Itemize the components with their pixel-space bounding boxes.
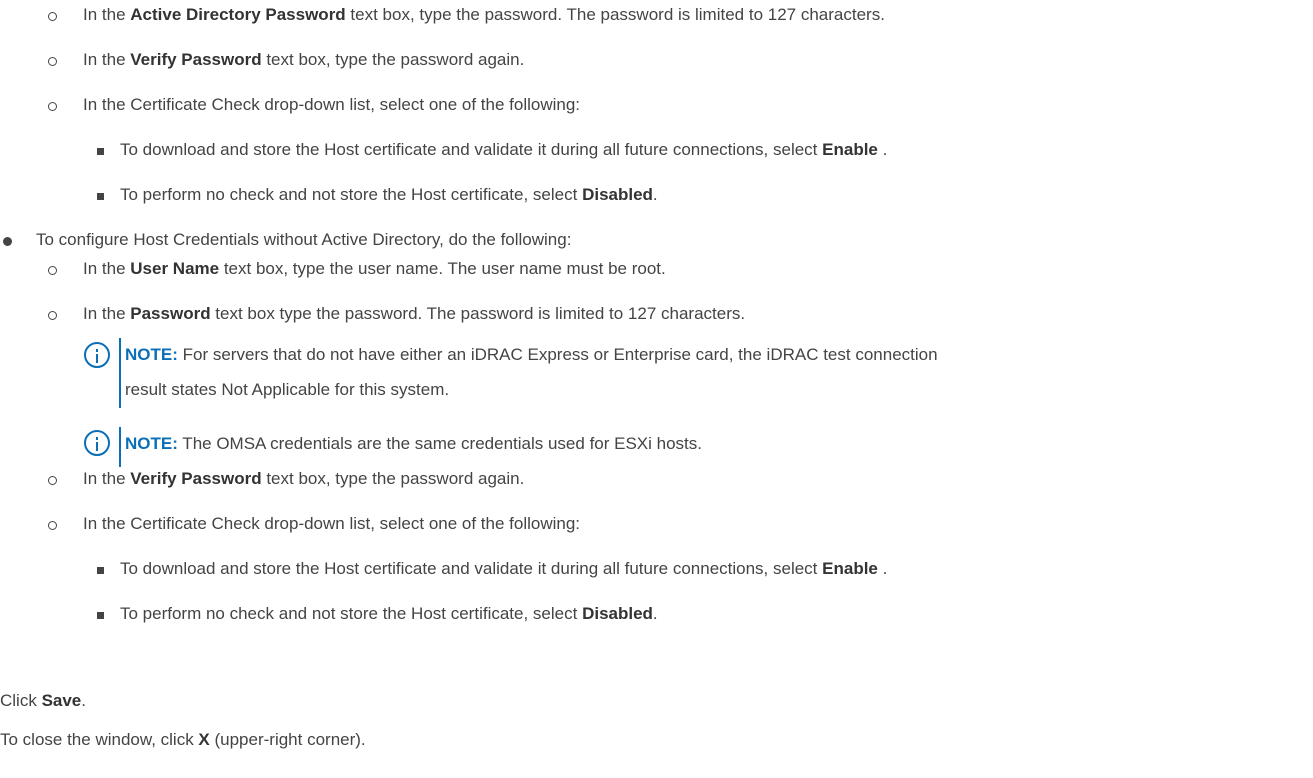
item-text: In the [83, 5, 131, 24]
square-bullet-icon [97, 612, 104, 619]
note-text: result states Not Applicable for this sy… [125, 380, 450, 399]
hollow-bullet-icon [48, 102, 57, 111]
hollow-bullet-icon [48, 476, 57, 485]
note-label: NOTE: [125, 345, 178, 364]
step-text: (upper-right corner). [209, 730, 366, 749]
hollow-bullet-icon [48, 12, 57, 21]
field-name: Password [130, 304, 211, 323]
button-name: Save [41, 691, 82, 710]
hollow-bullet-icon [48, 266, 57, 275]
item-text: text box, type the password again. [261, 50, 525, 69]
item-text: In the [83, 304, 131, 323]
step-text: . [81, 691, 86, 710]
item-text: text box, type the password again. [261, 469, 525, 488]
filled-bullet-icon [3, 237, 12, 246]
step-text: Click [0, 691, 42, 710]
note-divider [119, 338, 121, 408]
field-name: Active Directory Password [130, 5, 346, 24]
item-text: To download and store the Host certifica… [120, 140, 823, 159]
info-icon [84, 430, 110, 456]
item-text: In the Certificate Check drop-down list,… [83, 514, 581, 533]
hollow-bullet-icon [48, 521, 57, 530]
item-text: In the [83, 259, 131, 278]
item-text: To download and store the Host certifica… [120, 559, 823, 578]
field-name: User Name [130, 259, 220, 278]
note-text: For servers that do not have either an i… [177, 345, 938, 364]
item-text: text box, type the password. The passwor… [345, 5, 885, 24]
square-bullet-icon [97, 567, 104, 574]
note-label: NOTE: [125, 434, 178, 453]
item-text: text box, type the user name. The user n… [219, 259, 666, 278]
item-text: . [652, 185, 658, 204]
option-name: Enable [822, 559, 878, 578]
note-divider [119, 427, 121, 467]
item-text: To perform no check and not store the Ho… [120, 185, 583, 204]
field-name: Verify Password [130, 469, 262, 488]
square-bullet-icon [97, 193, 104, 200]
item-text: To configure Host Credentials without Ac… [36, 230, 572, 249]
option-name: Disabled [582, 604, 653, 623]
item-text: In the [83, 50, 131, 69]
item-text: . [652, 604, 658, 623]
step-text: To close the window, click [0, 730, 199, 749]
item-text: text box type the password. The password… [210, 304, 746, 323]
field-name: Verify Password [130, 50, 262, 69]
item-text: In the [83, 469, 131, 488]
hollow-bullet-icon [48, 57, 57, 66]
button-name: X [198, 730, 210, 749]
item-text: . [877, 140, 888, 159]
option-name: Enable [822, 140, 878, 159]
item-text: . [877, 559, 888, 578]
info-icon [84, 342, 110, 368]
square-bullet-icon [97, 148, 104, 155]
hollow-bullet-icon [48, 311, 57, 320]
option-name: Disabled [582, 185, 653, 204]
item-text: To perform no check and not store the Ho… [120, 604, 583, 623]
note-text: The OMSA credentials are the same creden… [177, 434, 703, 453]
item-text: In the Certificate Check drop-down list,… [83, 95, 581, 114]
